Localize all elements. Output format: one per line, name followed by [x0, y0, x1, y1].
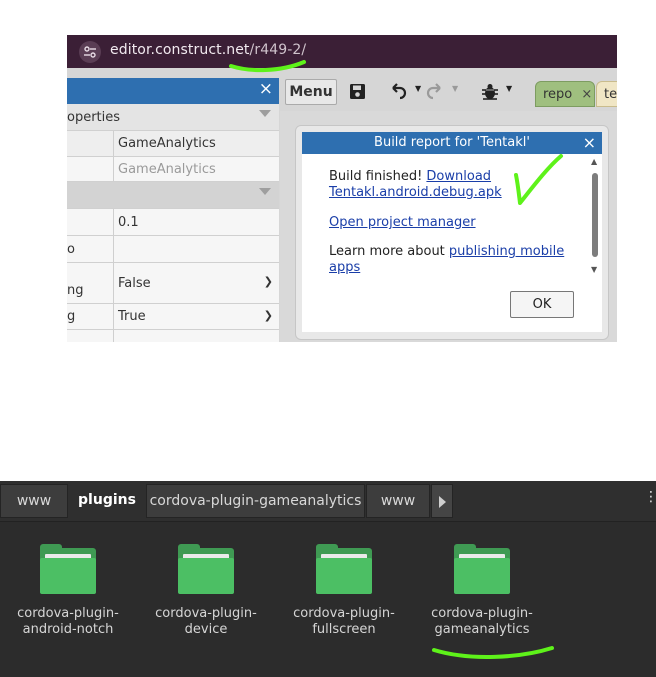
breadcrumb-item-www-2[interactable]: www	[366, 484, 430, 518]
chevron-down-icon[interactable]: ❯	[264, 309, 273, 322]
scroll-down-icon[interactable]: ▼	[591, 265, 597, 274]
save-icon[interactable]	[349, 83, 366, 104]
breadcrumb-item-plugins[interactable]: plugins	[69, 484, 145, 518]
folder-name: cordova-plugin-android-notch	[17, 606, 119, 637]
undo-dropdown-icon[interactable]: ▼	[415, 84, 421, 93]
folder-name: cordova-plugin-device	[155, 606, 257, 637]
property-dropdown-value[interactable]: True	[118, 309, 146, 324]
property-value: GameAnalytics	[118, 136, 216, 151]
tab-tes[interactable]: tes	[596, 81, 617, 107]
download-link[interactable]: Download	[426, 169, 491, 184]
build-finished-text: Build finished!	[329, 169, 423, 184]
construct-editor-screenshot: editor.construct.net/r449-2/ × operties …	[67, 35, 617, 342]
property-row[interactable]: GameAnalytics	[67, 157, 279, 182]
properties-header-label: operties	[67, 110, 121, 125]
dialog-body: Build finished! Download Tentakl.android…	[329, 169, 569, 276]
folder-item-gameanalytics[interactable]: cordova-plugin-gameanalytics	[427, 544, 537, 644]
breadcrumb-item-www[interactable]: www	[0, 484, 68, 518]
undo-icon[interactable]	[388, 82, 408, 104]
url-path: /r449-2/	[249, 42, 307, 58]
tab-label: tes	[604, 87, 617, 102]
properties-section-row[interactable]	[67, 182, 279, 209]
ok-button[interactable]: OK	[510, 291, 574, 318]
close-icon[interactable]: ×	[581, 87, 592, 102]
dialog-title-text: Build report for 'Tentakl'	[374, 135, 530, 150]
properties-panel: × operties GameAnalytics GameAnalytics 0…	[67, 78, 279, 342]
property-value: GameAnalytics	[118, 162, 216, 177]
breadcrumb-forward-arrow-icon[interactable]	[431, 484, 453, 518]
tab-repo[interactable]: repo ×	[535, 81, 595, 107]
property-label: o	[67, 242, 75, 257]
tab-label: repo	[543, 87, 573, 102]
property-label: g	[67, 309, 76, 324]
collapse-triangle-icon[interactable]	[259, 110, 271, 117]
url-text[interactable]: editor.construct.net/r449-2/	[110, 42, 306, 58]
property-row[interactable]: g True ❯	[67, 304, 279, 330]
collapse-triangle-icon[interactable]	[259, 188, 271, 195]
chevron-down-icon[interactable]: ❯	[264, 275, 273, 288]
breadcrumb-item-cordova-plugin-gameanalytics[interactable]: cordova-plugin-gameanalytics	[146, 484, 365, 518]
folder-name: cordova-plugin-fullscreen	[293, 606, 395, 637]
publishing-mobile-link[interactable]: publishing mobile	[449, 244, 564, 259]
folder-icon	[40, 544, 98, 596]
property-row[interactable]: GameAnalytics	[67, 131, 279, 157]
scroll-up-icon[interactable]: ▲	[591, 157, 597, 166]
debug-bug-icon[interactable]	[480, 82, 500, 106]
folder-item-fullscreen[interactable]: cordova-plugin-fullscreen	[289, 544, 399, 644]
folder-item-device[interactable]: cordova-plugin-device	[151, 544, 261, 644]
property-row[interactable]: ng False ❯	[67, 263, 279, 304]
learn-more-line: Learn more about publishing mobile apps	[329, 244, 569, 276]
folder-name: cordova-plugin-gameanalytics	[431, 606, 533, 637]
file-manager-screenshot: www plugins cordova-plugin-gameanalytics…	[0, 481, 656, 677]
editor-toolbar: Menu ▼ ▼ ▼ repo × tes	[280, 78, 617, 108]
folder-icon	[316, 544, 374, 596]
folder-icon	[454, 544, 512, 596]
folder-item-android-notch[interactable]: cordova-plugin-android-notch	[13, 544, 123, 644]
project-manager-line: Open project manager	[329, 215, 569, 231]
open-project-manager-link[interactable]: Open project manager	[329, 215, 476, 230]
menu-button[interactable]: Menu	[285, 79, 337, 105]
more-options-icon[interactable]: ⋮	[644, 489, 656, 505]
property-label: ng	[67, 283, 84, 298]
close-icon[interactable]: ×	[259, 79, 273, 99]
close-icon[interactable]: ×	[583, 132, 596, 154]
property-row[interactable]: o	[67, 236, 279, 263]
publishing-apps-link[interactable]: apps	[329, 260, 360, 275]
breadcrumb: www plugins cordova-plugin-gameanalytics…	[0, 481, 656, 521]
dialog-title: Build report for 'Tentakl' ×	[302, 132, 602, 154]
url-host: editor.construct.net	[110, 42, 250, 58]
dialog-scrollbar[interactable]: ▲ ▼	[590, 157, 600, 277]
scroll-thumb[interactable]	[592, 173, 598, 257]
redo-icon[interactable]	[425, 82, 445, 104]
site-settings-icon[interactable]	[79, 41, 101, 63]
property-row[interactable]: 0.1	[67, 209, 279, 236]
properties-titlebar: ×	[67, 78, 279, 104]
redo-dropdown-icon[interactable]: ▼	[452, 84, 458, 93]
apk-download-link[interactable]: Tentakl.android.debug.apk	[329, 185, 502, 200]
debug-dropdown-icon[interactable]: ▼	[506, 84, 512, 93]
property-value: 0.1	[118, 215, 139, 230]
property-dropdown-value[interactable]: False	[118, 276, 151, 291]
folder-icon	[178, 544, 236, 596]
build-report-dialog: Build report for 'Tentakl' × Build finis…	[302, 132, 602, 332]
learn-more-text: Learn more about	[329, 244, 445, 259]
property-row[interactable]	[67, 330, 279, 342]
properties-header-row[interactable]: operties	[67, 104, 279, 131]
build-finished-line: Build finished! Download Tentakl.android…	[329, 169, 569, 201]
browser-address-bar[interactable]: editor.construct.net/r449-2/	[67, 35, 617, 68]
folder-grid: cordova-plugin-android-notch cordova-plu…	[0, 521, 656, 677]
